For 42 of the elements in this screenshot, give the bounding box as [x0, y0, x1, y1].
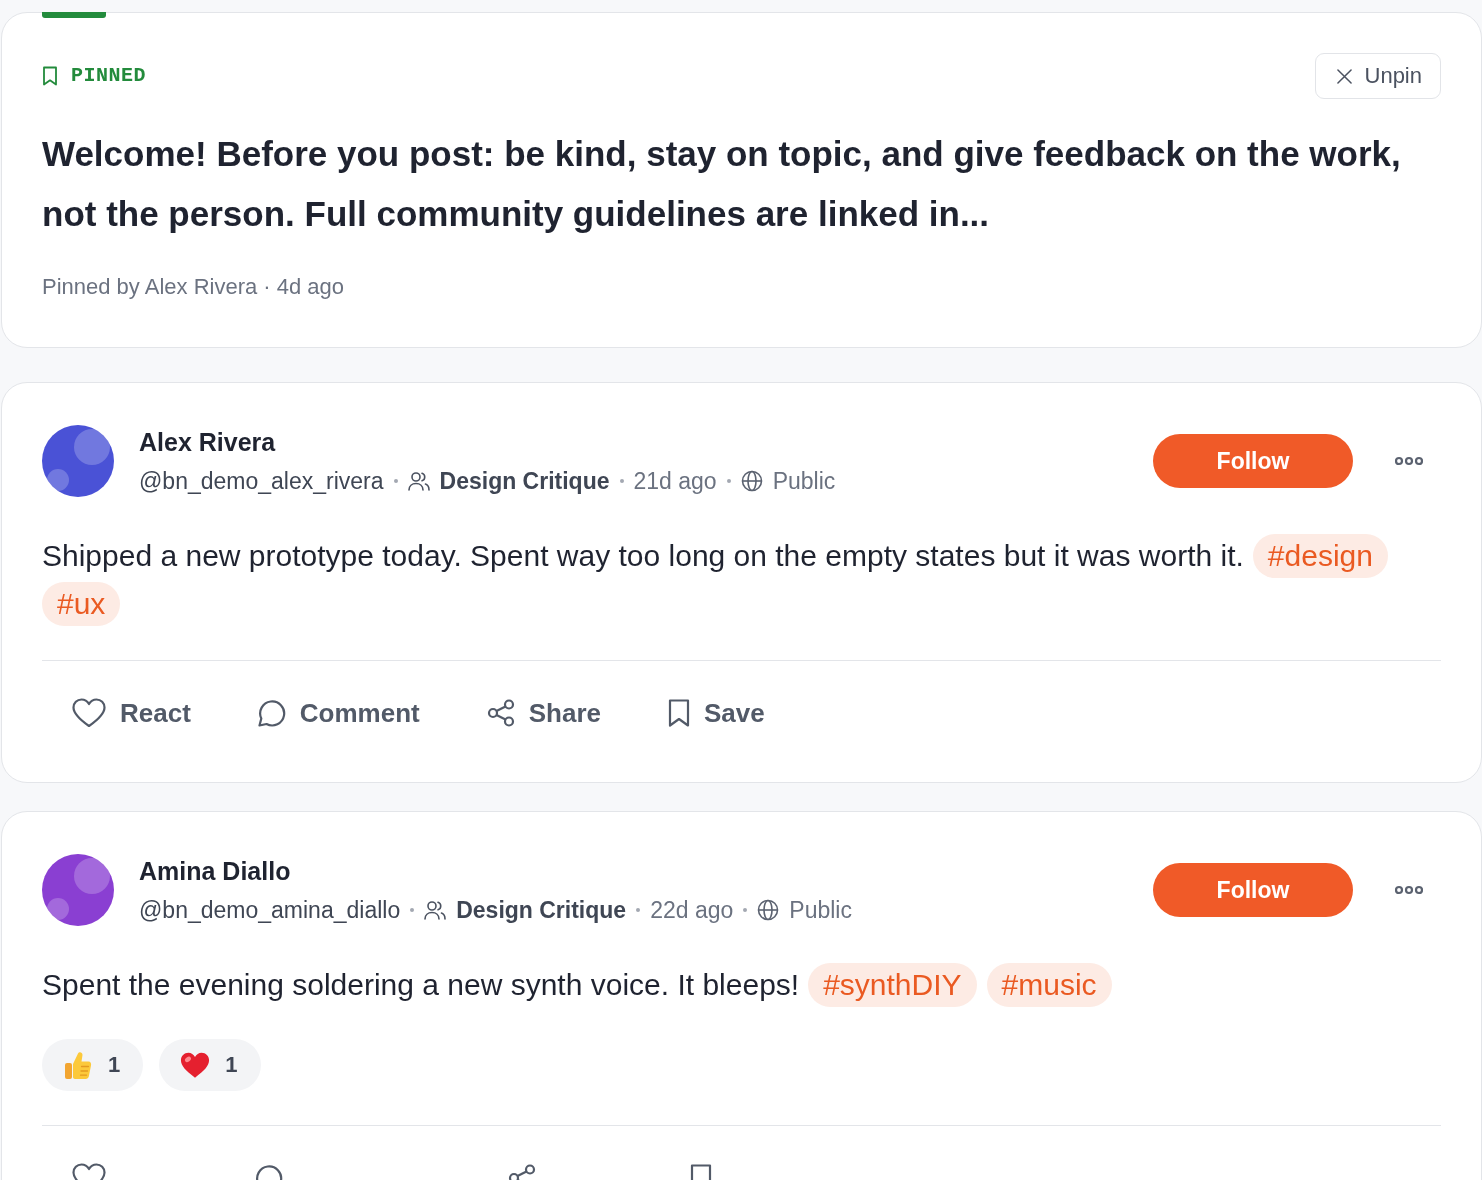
globe-icon [740, 469, 763, 492]
save-button[interactable]: Save [652, 686, 781, 741]
unpin-button[interactable]: Unpin [1314, 53, 1441, 99]
visibility-label: Public [789, 895, 852, 925]
post-text: Shipped a new prototype today. Spent way too long on the empty states but it was worth it. [42, 539, 1244, 572]
pinned-post-text: Welcome! Before you post: be kind, stay on topic, and give feedback on the work, not the person. Full community guidelines are linked in... [42, 133, 1402, 235]
author-handle[interactable]: @bn_demo_alex_rivera [139, 465, 384, 496]
share-icon [486, 699, 515, 728]
share-button[interactable]: Share [470, 686, 617, 741]
author-name[interactable]: Alex Rivera [139, 426, 276, 457]
author-name[interactable]: Amina Diallo [139, 855, 291, 886]
reaction-chip[interactable]: 1 [42, 1039, 144, 1092]
react-button[interactable]: React [56, 686, 207, 741]
pinned-byline: Pinned by Alex Rivera · 4d ago [42, 273, 346, 301]
separator-dot-icon [393, 478, 398, 483]
close-icon [1336, 68, 1352, 84]
separator-dot-icon [410, 907, 415, 912]
pinned-accent-bar [42, 12, 106, 18]
heart-icon [72, 698, 106, 729]
people-icon [407, 470, 430, 491]
more-icon [1395, 885, 1423, 896]
separator-dot-icon [726, 478, 731, 483]
pinned-label: PINNED [71, 64, 146, 88]
group-link[interactable]: Design Critique [456, 894, 627, 925]
separator-dot-icon [743, 907, 748, 912]
people-icon [424, 899, 447, 920]
globe-icon [757, 898, 780, 921]
post-text: Spent the evening soldering a new synth voice. It bleeps! [42, 968, 800, 1002]
bookmark-icon [668, 699, 690, 728]
thumbs-up-icon [63, 1050, 93, 1081]
post-time: 22d ago [650, 895, 734, 925]
group-link[interactable]: Design Critique [439, 465, 610, 496]
visibility-label: Public [772, 466, 836, 496]
comment-button[interactable]: Comment [241, 686, 436, 741]
comment-icon [257, 699, 286, 728]
author-handle[interactable]: @bn_demo_amina_diallo [139, 894, 401, 925]
more-icon [1395, 456, 1423, 466]
reaction-chip[interactable]: 1 [159, 1039, 261, 1092]
post-time: 21d ago [633, 466, 717, 496]
bookmark-icon [42, 66, 58, 86]
separator-dot-icon [636, 907, 641, 912]
separator-dot-icon [619, 478, 624, 483]
